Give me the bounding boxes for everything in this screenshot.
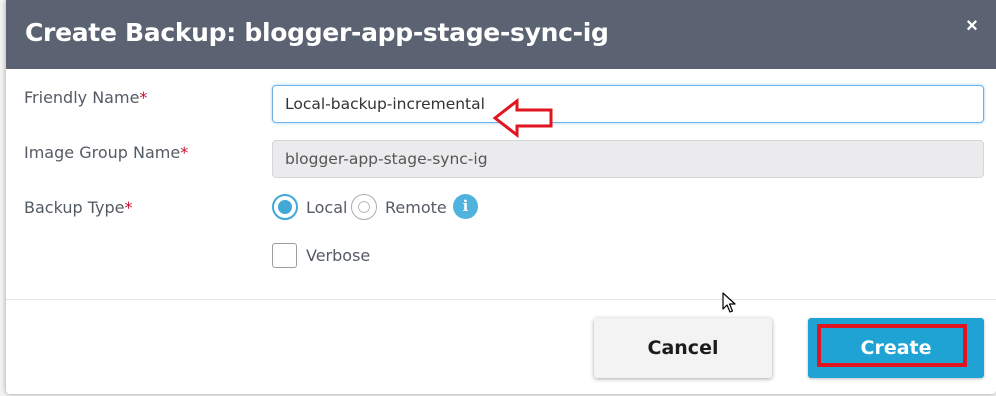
radio-empty-dot [358, 201, 370, 213]
required-mark: * [180, 143, 189, 162]
verbose-checkbox[interactable] [272, 243, 297, 268]
dialog-title: Create Backup: blogger-app-stage-sync-ig [25, 18, 609, 47]
image-group-name-label: Image Group Name* [24, 143, 188, 162]
create-button[interactable]: Create [808, 318, 984, 378]
local-radio-label[interactable]: Local [306, 198, 347, 217]
remote-radio-label[interactable]: Remote [385, 198, 447, 217]
local-radio[interactable] [272, 194, 298, 220]
required-mark: * [139, 88, 148, 107]
required-mark: * [124, 198, 133, 217]
backup-type-local-option[interactable]: Local [272, 193, 347, 221]
friendly-name-input[interactable]: Local-backup-incremental [272, 85, 984, 123]
mouse-cursor-icon [722, 292, 736, 313]
close-icon[interactable]: × [962, 16, 982, 36]
cancel-button[interactable]: Cancel [594, 318, 772, 378]
radio-selected-dot [278, 200, 292, 214]
info-icon[interactable]: i [453, 194, 478, 219]
backup-type-label-text: Backup Type [24, 198, 125, 217]
left-arrow-icon [493, 98, 553, 138]
verbose-label[interactable]: Verbose [306, 246, 370, 265]
image-group-name-input: blogger-app-stage-sync-ig [272, 140, 984, 178]
friendly-name-label-text: Friendly Name [24, 88, 140, 107]
dialog-header: Create Backup: blogger-app-stage-sync-ig… [6, 0, 996, 69]
backup-type-remote-option[interactable]: Remote [351, 193, 447, 221]
create-backup-dialog: Create Backup: blogger-app-stage-sync-ig… [6, 0, 996, 394]
backup-type-label: Backup Type* [24, 198, 132, 217]
image-group-name-label-text: Image Group Name [24, 143, 181, 162]
friendly-name-label: Friendly Name* [24, 88, 147, 107]
remote-radio[interactable] [351, 194, 377, 220]
footer-divider [6, 299, 996, 300]
